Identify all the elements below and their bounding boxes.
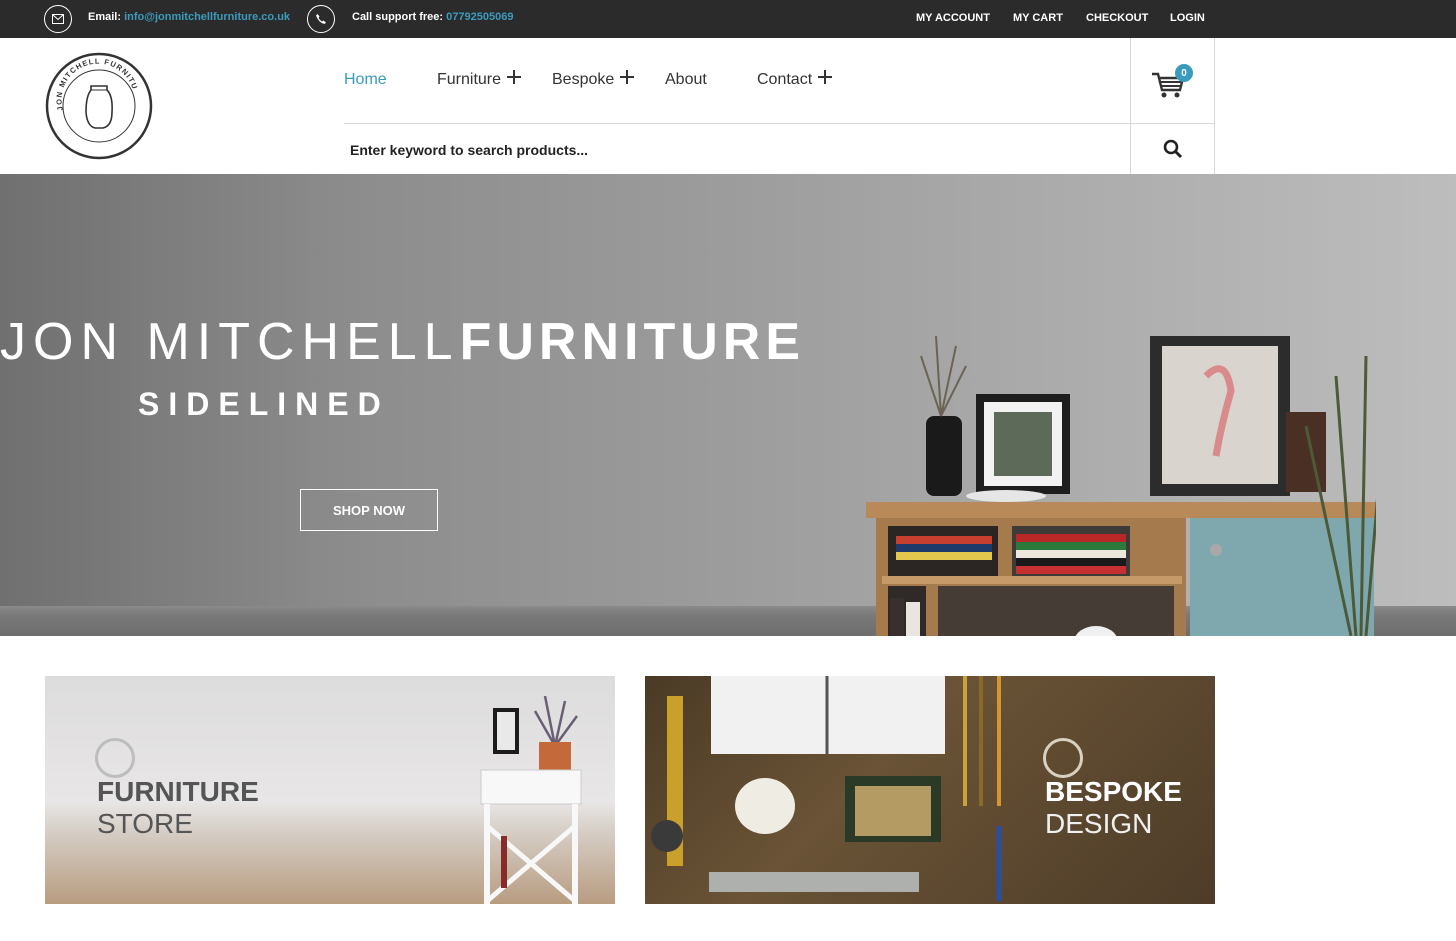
cart-button[interactable]: 0	[1150, 64, 1196, 106]
furniture-promo-subtitle: STORE	[97, 808, 193, 839]
site-logo[interactable]: JON MITCHELL FURNITURE	[42, 45, 153, 160]
nav-bespoke[interactable]: Bespoke	[552, 71, 614, 89]
bespoke-promo-subtitle: DESIGN	[1045, 808, 1153, 839]
nav-contact[interactable]: Contact	[757, 71, 812, 89]
site-header: JON MITCHELL FURNITURE Home Furniture Be…	[0, 38, 1456, 174]
my-account-link[interactable]: MY ACCOUNT	[916, 12, 990, 24]
furniture-promo-title: FURNITURE	[97, 776, 259, 807]
email-info: Email: info@jonmitchellfurniture.co.uk	[88, 11, 290, 23]
bespoke-promo-title: BESPOKE	[1045, 776, 1182, 807]
phone-icon	[307, 5, 335, 33]
search-icon	[1163, 139, 1182, 159]
hero-title-light: JON MITCHELL	[0, 313, 460, 371]
email-link[interactable]: info@jonmitchellfurniture.co.uk	[124, 11, 290, 23]
top-bar: Email: info@jonmitchellfurniture.co.uk C…	[0, 0, 1456, 38]
envelope-icon	[44, 5, 72, 33]
phone-label: Call support free:	[352, 11, 444, 23]
bespoke-promo-logo-icon	[1043, 738, 1083, 778]
checkout-link[interactable]: CHECKOUT	[1086, 12, 1148, 24]
header-vertical-divider-right	[1214, 38, 1215, 174]
furniture-store-promo[interactable]: FURNITURE STORE	[45, 676, 615, 904]
nav-home[interactable]: Home	[344, 71, 387, 89]
hero-subtitle: SIDELINED	[138, 386, 390, 422]
hero-title-bold: FURNITURE	[459, 313, 806, 371]
hero-banner: JON MITCHELLFURNITURE SIDELINED SHOP NOW	[0, 174, 1456, 636]
hero-title: JON MITCHELLFURNITURE	[0, 312, 805, 372]
email-label: Email:	[88, 11, 122, 23]
furniture-expand-icon[interactable]	[507, 70, 521, 84]
login-link[interactable]: LOGIN	[1170, 12, 1205, 24]
contact-expand-icon[interactable]	[818, 70, 832, 84]
cart-count-badge: 0	[1175, 64, 1193, 82]
my-cart-link[interactable]: MY CART	[1013, 12, 1063, 24]
search-button[interactable]	[1131, 124, 1214, 174]
header-divider	[344, 123, 1214, 124]
shop-now-button[interactable]: SHOP NOW	[300, 489, 438, 531]
nav-about[interactable]: About	[665, 71, 707, 89]
side-table-illustration	[480, 696, 582, 904]
phone-link[interactable]: 07792505069	[446, 11, 513, 23]
sideboard-illustration	[866, 336, 1376, 636]
bespoke-expand-icon[interactable]	[620, 70, 634, 84]
furniture-promo-logo-icon	[95, 738, 135, 778]
nav-furniture[interactable]: Furniture	[437, 71, 501, 89]
search-input[interactable]	[344, 130, 1124, 170]
bespoke-design-promo[interactable]: BESPOKE DESIGN	[645, 676, 1215, 904]
phone-info: Call support free: 07792505069	[352, 11, 513, 23]
